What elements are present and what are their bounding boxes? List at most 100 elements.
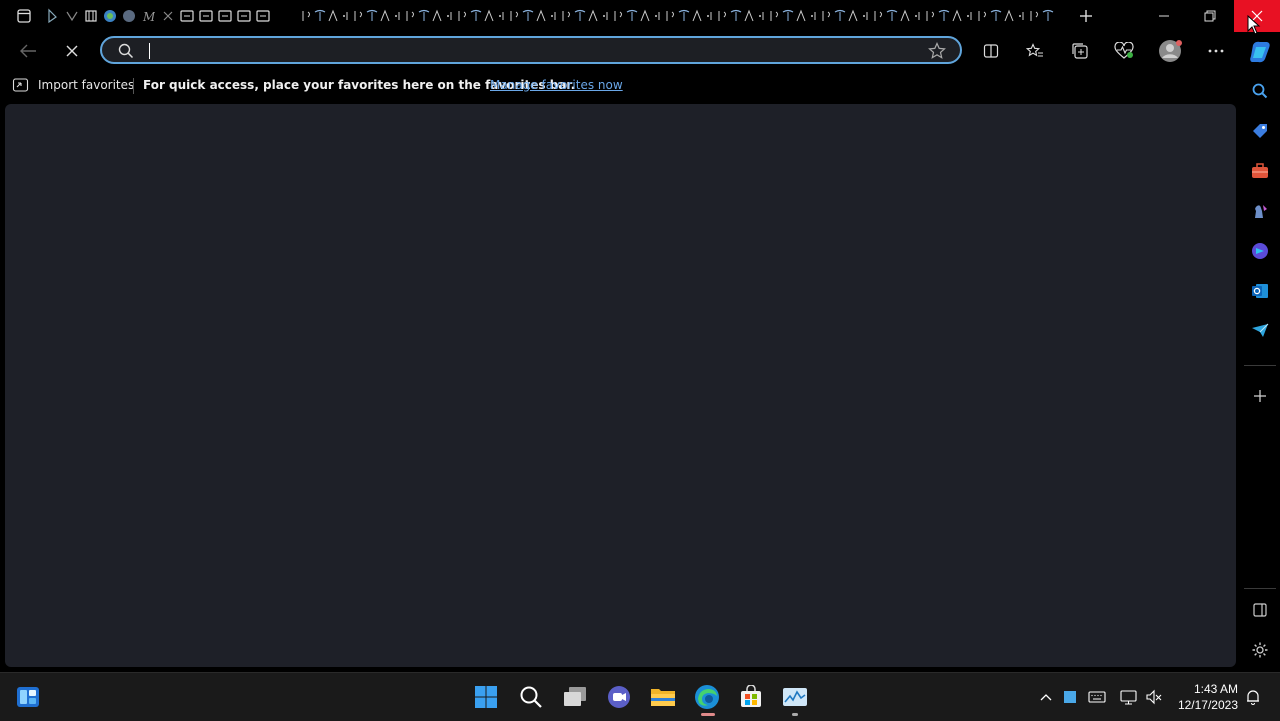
tab-loading-icon[interactable] [690,8,703,24]
tab-loading-icon[interactable] [885,8,898,24]
tab-loading-icon[interactable] [924,8,937,24]
collections-button[interactable] [1065,36,1095,66]
tab-loading-icon[interactable] [703,8,716,24]
tab-loading-icon[interactable] [495,8,508,24]
back-button[interactable] [13,36,43,66]
tab-favicon-icon[interactable] [103,8,117,24]
tab-loading-icon[interactable] [430,8,443,24]
sidebar-tools-button[interactable] [1246,157,1274,185]
sidebar-games-button[interactable] [1246,197,1274,225]
tab-loading-icon[interactable] [846,8,859,24]
tab-loading-icon[interactable] [781,8,794,24]
tray-app-button[interactable] [1060,687,1080,707]
tab-loading-icon[interactable] [365,8,378,24]
tab-loading-icon[interactable] [742,8,755,24]
tab-loading-icon[interactable] [950,8,963,24]
tab-loading-icon[interactable] [768,8,781,24]
tab-loading-icon[interactable] [807,8,820,24]
sidebar-add-button[interactable] [1246,382,1274,410]
tab-loading-icon[interactable] [573,8,586,24]
profile-button[interactable] [1155,36,1185,66]
tab-loading-icon[interactable] [547,8,560,24]
address-bar[interactable] [100,36,962,64]
tab-loading-icon[interactable] [469,8,482,24]
tab-loading-icon[interactable] [859,8,872,24]
notifications-button[interactable] [1243,687,1263,707]
settings-and-more-button[interactable] [1201,36,1231,66]
tab-favicon-icon[interactable] [46,8,60,24]
tab-favicon-icon[interactable] [180,8,194,24]
tab-loading-icon[interactable] [872,8,885,24]
tab-loading-icon[interactable] [911,8,924,24]
favorite-star-icon[interactable] [928,42,946,60]
import-favorites-button[interactable]: Import favorites [12,77,134,93]
sidebar-copilot-app-button[interactable] [1246,237,1274,265]
tab-favicon-icon[interactable] [199,8,213,24]
task-manager-button[interactable] [779,681,811,716]
tab-favicon-icon[interactable] [218,8,232,24]
sidebar-shopping-button[interactable] [1246,117,1274,145]
file-explorer-button[interactable] [647,681,679,713]
tab-loading-icon[interactable] [716,8,729,24]
network-button[interactable] [1119,687,1139,707]
tab-loading-icon[interactable] [443,8,456,24]
tab-loading-icon[interactable] [755,8,768,24]
show-hidden-icons-button[interactable] [1036,687,1056,707]
tab-loading-icon[interactable] [677,8,690,24]
tab-loading-icon[interactable] [456,8,469,24]
start-button[interactable] [470,681,502,713]
tab-loading-icon[interactable] [1041,8,1054,24]
task-view-button[interactable] [559,681,591,713]
restore-button[interactable] [1187,0,1233,32]
tab-loading-icon[interactable] [638,8,651,24]
tab-loading-icon[interactable] [612,8,625,24]
tab-loading-icon[interactable] [963,8,976,24]
tab-loading-icon[interactable] [1054,8,1056,24]
tab-favicon-icon[interactable] [237,8,251,24]
tab-favicon-icon[interactable] [84,8,98,24]
hide-sidebar-button[interactable] [1246,596,1274,624]
taskbar-search-button[interactable] [515,681,547,713]
tab-favicon-icon[interactable] [122,8,136,24]
taskbar-clock[interactable]: 1:43 AM 12/17/2023 [1172,681,1238,713]
store-button[interactable] [735,681,767,713]
tab-loading-icon[interactable] [339,8,352,24]
keyboard-button[interactable] [1087,687,1107,707]
minimize-button[interactable] [1141,0,1187,32]
sidebar-outlook-button[interactable] [1246,277,1274,305]
tab-loading-icon[interactable] [313,8,326,24]
teams-button[interactable] [603,681,635,713]
tab-loading-icon[interactable] [482,8,495,24]
tab-loading-icon[interactable] [937,8,950,24]
sidebar-telegram-button[interactable] [1246,317,1274,345]
tab-loading-icon[interactable] [976,8,989,24]
tab-loading-icon[interactable] [833,8,846,24]
tab-favicon-icon[interactable] [65,8,79,24]
address-input[interactable] [148,40,912,64]
browser-essentials-button[interactable] [1109,36,1139,66]
split-screen-button[interactable] [976,36,1006,66]
sidebar-settings-button[interactable] [1246,636,1274,664]
tab-loading-icon[interactable] [1015,8,1028,24]
tab-actions-button[interactable] [12,6,36,26]
tab-loading-icon[interactable] [820,8,833,24]
tab-loading-icon[interactable] [417,8,430,24]
tab-favicon-icon[interactable] [161,8,175,24]
tab-loading-icon[interactable] [352,8,365,24]
edge-button[interactable] [691,681,723,716]
volume-button[interactable] [1144,687,1164,707]
tab-favicon-icon[interactable] [256,8,270,24]
tab-loading-icon[interactable] [664,8,677,24]
stop-loading-button[interactable] [57,36,87,66]
tab-favicon-icon[interactable]: M [141,8,156,24]
tab-loading-icon[interactable] [326,8,339,24]
new-tab-button[interactable] [1074,4,1098,28]
tab-loading-icon[interactable] [560,8,573,24]
widgets-button[interactable] [12,681,44,713]
tab-loading-icon[interactable] [404,8,417,24]
tab-loading-icon[interactable] [729,8,742,24]
tab-loading-icon[interactable] [534,8,547,24]
manage-favorites-link[interactable]: Manage favorites now [490,78,623,92]
tab-loading-icon[interactable] [391,8,404,24]
tab-loading-icon[interactable] [508,8,521,24]
